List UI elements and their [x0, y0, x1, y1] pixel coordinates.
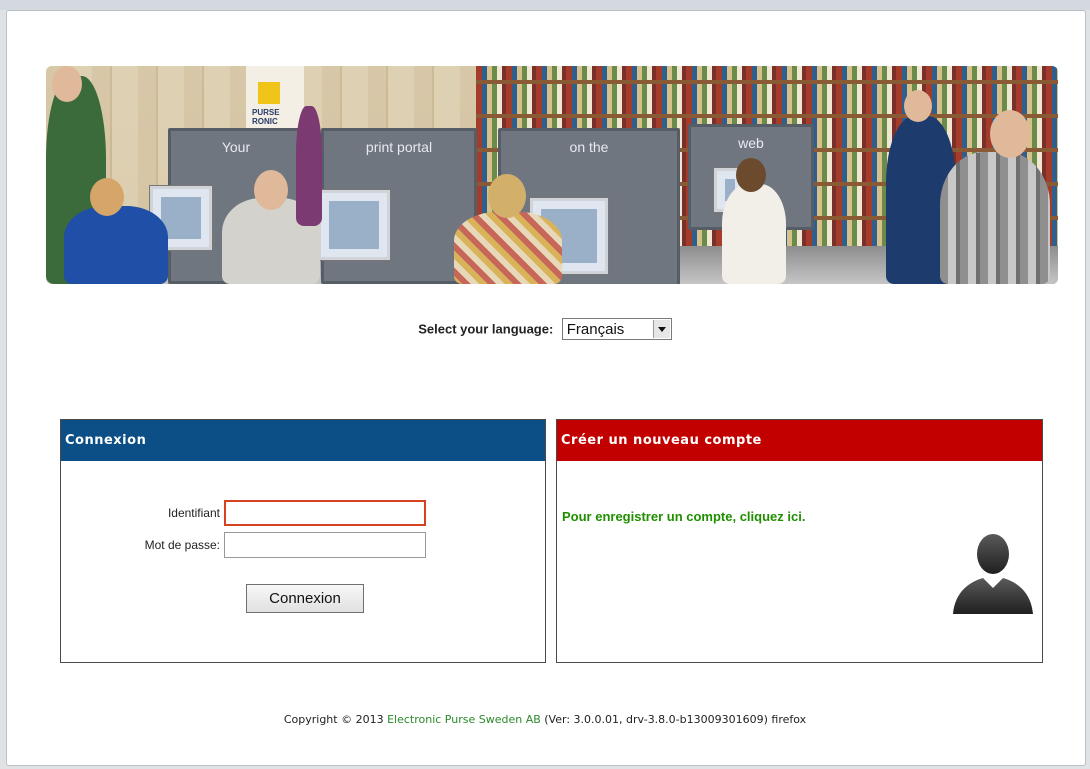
header-banner: PURSE RONIC Your print portal on the web: [46, 66, 1058, 284]
banner-caption-3: on the: [569, 139, 609, 155]
chevron-down-icon[interactable]: [652, 320, 670, 338]
banner-caption-4: web: [738, 135, 764, 151]
browser-top-bar: [0, 0, 1090, 10]
user-silhouette-icon[interactable]: [949, 532, 1037, 614]
language-label: Select your language:: [418, 321, 554, 337]
username-input[interactable]: [224, 500, 426, 526]
password-label: Mot de passe:: [144, 538, 220, 552]
register-panel: Créer un nouveau compte Pour enregistrer…: [556, 419, 1043, 663]
login-panel: Connexion Identifiant Mot de passe: Conn…: [60, 419, 546, 663]
banner-caption-1: Your: [221, 139, 251, 155]
footer-copyright: Copyright © 2013: [283, 713, 388, 726]
language-row: Select your language: Français: [0, 318, 1090, 340]
username-label: Identifiant: [167, 506, 220, 520]
language-selected-value: Français: [566, 321, 625, 338]
footer: Copyright © 2013 Electronic Purse Sweden…: [0, 713, 1090, 726]
language-select[interactable]: Français: [561, 318, 672, 340]
register-link[interactable]: Pour enregistrer un compte, cliquez ici.: [562, 509, 805, 524]
banner-caption-2: print portal: [365, 139, 433, 155]
password-input[interactable]: [224, 532, 426, 558]
login-button[interactable]: Connexion: [246, 584, 364, 613]
footer-version: (Ver: 3.0.0.01, drv-3.8.0-b13009301609) …: [540, 713, 807, 726]
footer-company-link[interactable]: Electronic Purse Sweden AB: [387, 713, 541, 726]
register-header: Créer un nouveau compte: [557, 420, 1042, 461]
login-header: Connexion: [61, 420, 545, 461]
